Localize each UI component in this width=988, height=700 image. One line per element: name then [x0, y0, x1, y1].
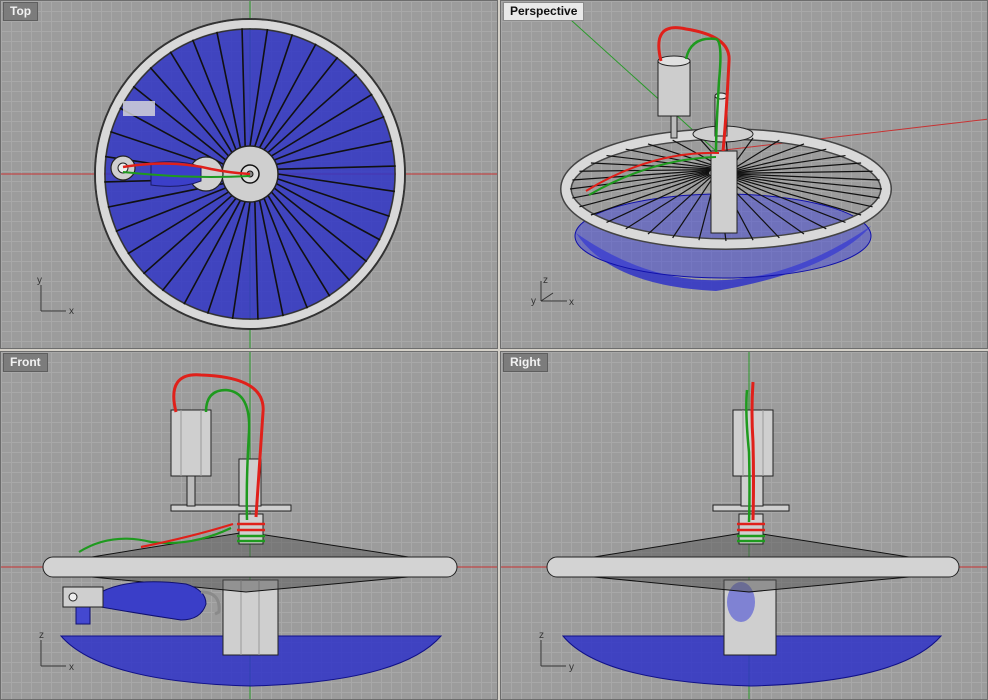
- wheel-rim: [546, 556, 960, 578]
- axis-label-x: x: [569, 297, 574, 308]
- viewport-title-right[interactable]: Right: [503, 353, 548, 372]
- motor-shaft: [186, 475, 196, 507]
- axis-indicator: z y x: [531, 275, 574, 308]
- axis-label-x: x: [69, 662, 74, 673]
- clamp-hole: [68, 592, 78, 602]
- wheel-rim: [42, 556, 458, 578]
- viewport-title-front[interactable]: Front: [3, 353, 48, 372]
- motor-shaft: [670, 115, 678, 139]
- axis-label-y: y: [569, 662, 574, 673]
- motor-can: [170, 409, 212, 477]
- axis-indicator: y x: [37, 275, 74, 317]
- viewport-right[interactable]: z y Right: [500, 351, 988, 700]
- red-wire: [750, 381, 755, 521]
- axis-label-x: x: [69, 306, 74, 317]
- viewport-title-perspective[interactable]: Perspective: [503, 2, 585, 21]
- top-view-scene[interactable]: y x: [1, 1, 498, 349]
- perspective-view-scene[interactable]: z y x: [501, 1, 988, 349]
- axis-label-y: y: [531, 296, 536, 307]
- bottle: [100, 581, 207, 621]
- right-view-scene[interactable]: z y: [501, 352, 988, 700]
- axis-label-y: y: [37, 275, 42, 286]
- viewport-title-top[interactable]: Top: [3, 2, 39, 21]
- spoke: [732, 139, 780, 170]
- viewport-top[interactable]: y x Top: [0, 0, 498, 349]
- axis-label-z: z: [539, 630, 544, 641]
- axis-label-z: z: [543, 275, 548, 286]
- spoke: [736, 162, 862, 173]
- spoke: [736, 170, 873, 174]
- front-view-scene[interactable]: z x: [1, 352, 498, 700]
- spoke: [572, 171, 710, 199]
- axis-label-z: z: [39, 630, 44, 641]
- viewport-perspective[interactable]: z y x Perspective: [500, 0, 988, 349]
- selection-highlight: [123, 101, 155, 116]
- central-column: [710, 150, 738, 234]
- viewport-front[interactable]: z x Front: [0, 351, 498, 700]
- motor-can: [657, 60, 691, 117]
- viewport-grid: y x Top z y x Perspective z x Front z y …: [0, 0, 988, 700]
